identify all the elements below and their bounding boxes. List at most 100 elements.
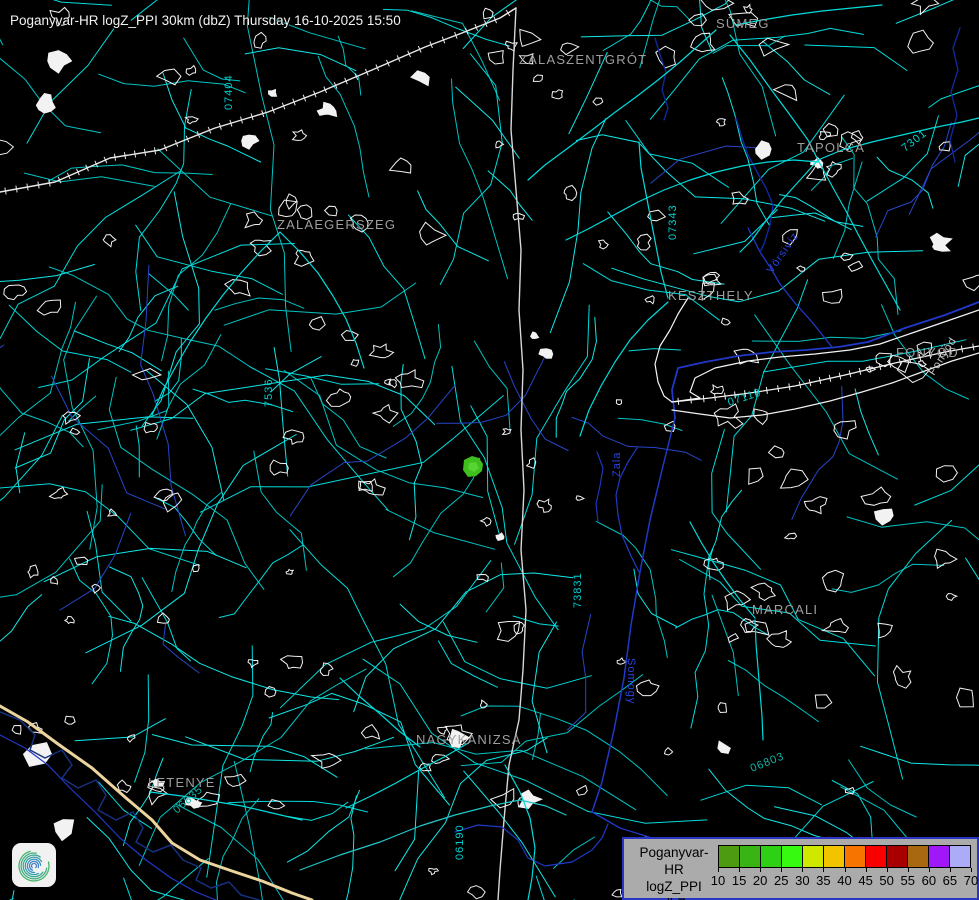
road-line	[162, 204, 231, 361]
road-line	[0, 0, 111, 5]
settlement-outline	[637, 680, 660, 696]
legend-tick-mark	[971, 868, 972, 872]
road-line	[152, 735, 337, 778]
settlement-outline	[533, 75, 542, 81]
settlement-outline	[286, 570, 293, 575]
legend-tick-label: 45	[858, 873, 872, 888]
railway-line	[0, 8, 516, 192]
legend-color-cell	[718, 845, 740, 868]
road-line	[136, 426, 139, 477]
road-line	[346, 742, 470, 808]
road-line	[386, 509, 495, 549]
road-line	[855, 389, 878, 455]
city-label: LETENYE	[148, 775, 216, 790]
road-line	[464, 771, 556, 897]
legend-unit-label: dbZ	[630, 895, 718, 900]
settlement-outline	[50, 487, 68, 498]
legend-color-cell	[760, 845, 782, 868]
road-line	[16, 433, 25, 493]
legend-tick-mark	[760, 868, 761, 872]
settlement-outline	[711, 385, 724, 394]
settlement-outline	[781, 469, 809, 488]
road-line	[701, 785, 822, 805]
road-line	[763, 41, 830, 94]
road-line	[0, 0, 3, 45]
railway-tick	[691, 397, 692, 404]
road-line	[400, 604, 477, 642]
railway-tick	[144, 149, 145, 156]
county-border	[592, 418, 675, 812]
settlement-outline	[718, 741, 730, 753]
road-label: 73831	[572, 572, 584, 608]
settlement-outline	[665, 748, 673, 755]
road-line	[958, 29, 979, 187]
settlement-outline	[144, 423, 157, 433]
settlement-outline	[946, 594, 957, 601]
road-line	[163, 73, 261, 162]
river-line	[300, 800, 566, 870]
road-line	[0, 265, 94, 285]
legend-radar-name: Poganyvar-HR	[630, 844, 718, 878]
settlement-outline	[645, 296, 654, 304]
legend-product-name: logZ_PPI	[630, 878, 718, 895]
road-line	[49, 267, 252, 369]
settlement-outline	[797, 266, 805, 271]
settlement-outline	[4, 285, 27, 300]
road-line	[0, 484, 200, 566]
road-line	[280, 232, 364, 368]
settlement-outline	[245, 212, 262, 228]
city-label: ZALASZENTGRÓT	[519, 52, 647, 67]
settlement-outline	[717, 119, 726, 126]
settlement-outline	[429, 868, 439, 874]
settlement-outline	[317, 102, 336, 116]
settlement-outline	[483, 8, 493, 18]
creek-line	[52, 376, 165, 509]
settlement-outline	[341, 331, 358, 341]
road-line	[280, 561, 490, 708]
settlement-outline	[250, 240, 271, 256]
city-label: NAGYKANIZSA	[416, 732, 522, 747]
settlement-outline	[420, 222, 446, 245]
settlement-outline	[411, 71, 429, 86]
settlement-outline	[769, 446, 785, 458]
settlement-outline	[163, 493, 181, 512]
settlement-outline	[728, 634, 738, 643]
road-line	[709, 769, 829, 839]
radar-legend: Poganyvar-HR logZ_PPI dbZ 10152025303540…	[622, 837, 979, 900]
road-line	[456, 87, 520, 158]
road-label: 06803	[749, 750, 786, 774]
settlement-outline	[893, 666, 911, 689]
railway-tick	[134, 151, 135, 158]
road-line	[401, 364, 422, 539]
railway-tick	[789, 383, 790, 390]
road-line	[728, 661, 818, 722]
city-label: MARCALI	[752, 602, 818, 617]
road-line	[463, 0, 554, 49]
settlement-outline	[503, 429, 511, 435]
road-line	[318, 56, 369, 197]
legend-tick-mark	[802, 868, 803, 872]
settlement-outline	[351, 360, 359, 367]
legend-tick-mark	[823, 868, 824, 872]
road-label: 7301	[899, 127, 929, 154]
road-line	[474, 341, 510, 431]
legend-tick-label: 65	[943, 873, 957, 888]
settlement-outline	[749, 468, 763, 484]
city-label: ZALAEGERSZEG	[277, 217, 396, 232]
city-label: SÜMEG	[716, 16, 770, 31]
creek-line	[572, 417, 701, 460]
creek-line	[504, 362, 568, 451]
settlement-outline	[373, 405, 398, 424]
road-line	[878, 520, 952, 779]
road-line	[626, 121, 729, 188]
road-line	[650, 28, 863, 119]
road-line	[0, 595, 42, 646]
road-line	[629, 349, 681, 351]
creek-line	[909, 100, 979, 214]
railway-tick	[703, 395, 704, 402]
river-line	[950, 28, 960, 162]
road-line	[152, 232, 280, 415]
legend-tick-label: 15	[732, 873, 746, 888]
settlement-outline	[963, 273, 979, 291]
legend-tick-mark	[781, 868, 782, 872]
